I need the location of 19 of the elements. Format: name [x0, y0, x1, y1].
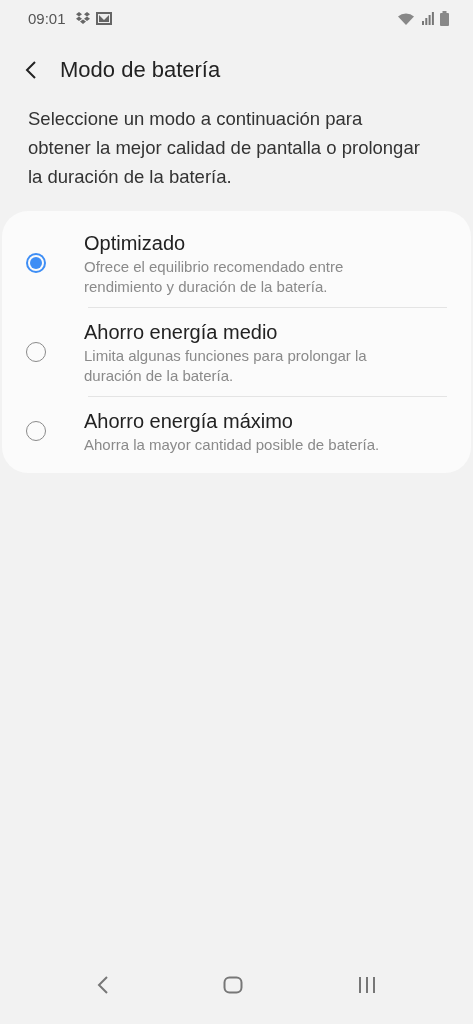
back-icon: [97, 976, 110, 994]
option-description: Ahorra la mayor cantidad posible de batería.: [84, 435, 380, 455]
option-description: Limita algunas funciones para prolongar la duración de la batería.: [84, 346, 368, 386]
radio-button[interactable]: [26, 253, 46, 273]
description-text: Seleccione un modo a continuación para obtener la mejor calidad de pantalla o prolongar la duración de la batería.: [28, 107, 421, 189]
status-time: 09:01: [28, 9, 66, 27]
dropbox-icon: [75, 12, 90, 24]
back-icon: [24, 60, 38, 80]
option-title[interactable]: Ahorro energía medio: [84, 318, 419, 346]
page-title: Modo de batería: [60, 57, 221, 83]
wifi-icon: [398, 11, 416, 25]
signal-icon: [422, 11, 434, 25]
home-icon: [223, 976, 244, 994]
battery-icon: [440, 10, 449, 26]
recents-icon: [357, 977, 376, 993]
option-title[interactable]: Ahorro energía máximo: [84, 407, 380, 435]
option-description: Ofrece el equilibrio recomendado entre rendimiento y duración de la batería.: [84, 257, 345, 297]
mail-icon: [95, 11, 112, 25]
option-title[interactable]: Optimizado: [84, 229, 419, 257]
